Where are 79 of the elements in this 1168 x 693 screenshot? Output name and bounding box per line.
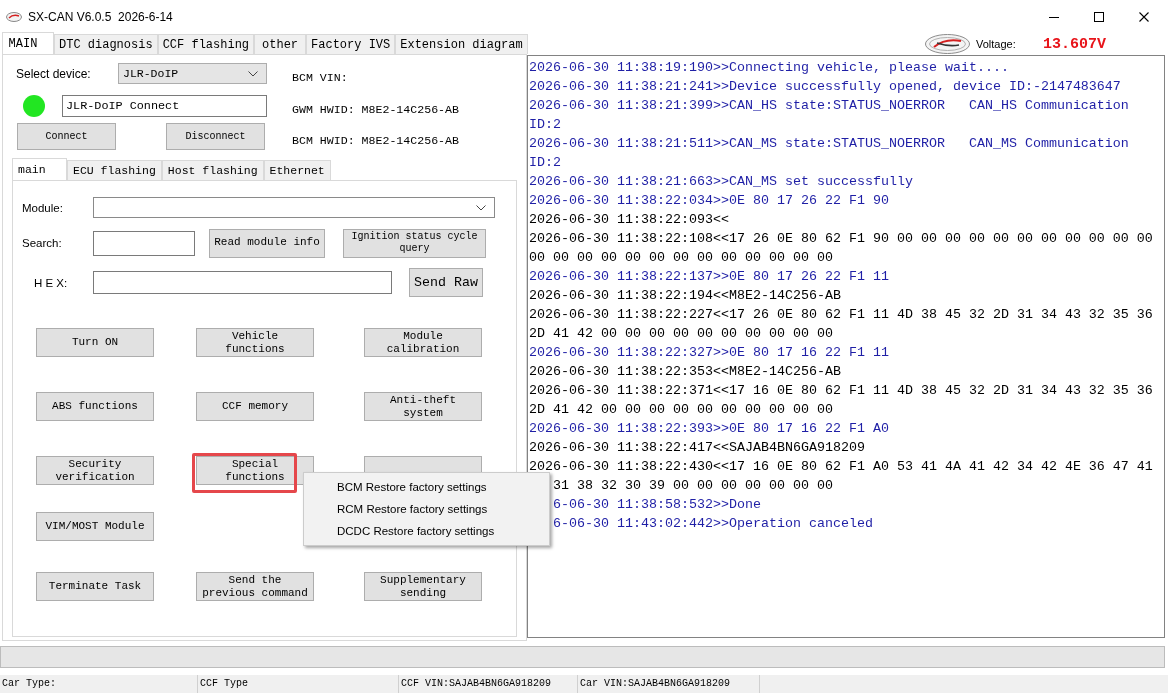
log-line: 2026-06-30 11:38:22:108<<17 26 0E 80 62 F1 90 00 00 00 00 00 00 00 00 00 00 00 — [529, 230, 1153, 248]
status-text: Car Type: — [2, 678, 56, 689]
tab[interactable]: MAIN — [2, 32, 54, 54]
ignition-query-button[interactable]: Ignition status cycle query — [343, 228, 486, 258]
log-line: 2026-06-30 11:38:22:093<< — [529, 211, 729, 229]
tab[interactable]: Factory IVS — [306, 34, 396, 54]
chevron-down-icon — [476, 204, 486, 211]
tab[interactable]: Host flashing — [161, 160, 264, 180]
voltage-label: Voltage: — [976, 38, 1017, 50]
module-label: Module: — [22, 201, 64, 214]
connection-field[interactable]: JLR-DoIP Connect — [62, 95, 267, 117]
logo-icon — [6, 12, 22, 22]
info-text: GWM HWID: M8E2-14C256-AB — [292, 102, 459, 117]
log-line: 2026-06-30 11:38:22:194<<M8E2-14C256-AB — [529, 287, 841, 305]
function-button[interactable]: Special functions — [196, 456, 314, 485]
log-line: 2D 41 42 00 00 00 00 00 00 00 00 00 00 — [529, 325, 833, 343]
function-button[interactable]: Turn ON — [36, 328, 154, 357]
function-button[interactable]: VIM/MOST Module — [36, 512, 154, 541]
minimize-icon[interactable] — [1048, 16, 1059, 18]
voltage-value: 13.607V — [1043, 35, 1106, 53]
function-button[interactable]: Anti-theft system — [364, 392, 482, 421]
hex-field[interactable] — [93, 271, 392, 294]
hex-label: H E X: — [33, 276, 69, 289]
status-text: CCF VIN:SAJAB4BN6GA918209 — [401, 678, 552, 689]
log-line: 2026-06-30 11:38:19:190>>Connecting vehicle, please wait.... — [529, 59, 1009, 77]
info-text: BCM HWID: M8E2-14C256-AB — [292, 134, 459, 148]
log-line: 6-06-30 11:43:02:442>>Operation canceled — [553, 515, 873, 533]
function-button[interactable]: Supplementary sending — [364, 572, 482, 601]
log-line: 2026-06-30 11:38:21:663>>CAN_MS set successfully — [529, 173, 913, 191]
function-button[interactable]: Security verification — [36, 456, 154, 485]
window-title: SX-CAN V6.0.5 2026-6-14 — [28, 10, 173, 24]
search-field[interactable] — [93, 230, 195, 256]
status-text: CCF Type — [200, 678, 248, 689]
log-line: 2026-06-30 11:38:22:393>>0E 80 17 16 22 F1 A0 — [529, 420, 889, 438]
log-line: 31 38 32 30 39 00 00 00 00 00 00 00 — [553, 477, 833, 495]
tab[interactable]: other — [254, 34, 307, 54]
info-text: BCM VIN: — [292, 71, 348, 85]
tab[interactable]: ECU flashing — [67, 160, 162, 180]
function-button[interactable]: Send the previous command — [196, 572, 314, 601]
function-button[interactable]: Terminate Task — [36, 572, 154, 601]
device-dropdown[interactable]: JLR-DoIP — [118, 63, 267, 84]
tab[interactable]: DTC diagnosis — [54, 34, 158, 54]
menu-item[interactable]: RCM Restore factory settings — [304, 498, 549, 520]
function-button[interactable]: CCF memory — [196, 392, 314, 421]
status-text: Car VIN:SAJAB4BN6GA918209 — [580, 678, 731, 689]
close-icon[interactable] — [1138, 12, 1149, 22]
log-line: 6-06-30 11:38:58:532>>Done — [553, 496, 761, 514]
log-line: 2026-06-30 11:38:21:511>>CAN_MS state:STATUS_NOERROR CAN_MS Communication — [529, 135, 1129, 153]
log-line: 2026-06-30 11:38:22:227<<17 26 0E 80 62 F1 11 4D 38 45 32 2D 31 34 43 32 35 36 — [529, 306, 1153, 324]
chevron-down-icon — [248, 70, 258, 77]
log-line: 2026-06-30 11:38:22:034>>0E 80 17 26 22 F1 90 — [529, 192, 889, 210]
read-module-info-button[interactable]: Read module info — [209, 228, 325, 258]
tab[interactable]: Ethernet — [263, 160, 331, 180]
log-line: 2026-06-30 11:38:22:430<<17 16 0E 80 62 F1 A0 53 41 4A 41 42 34 42 4E 36 47 41 — [529, 458, 1153, 476]
log-line: 2026-06-30 11:38:21:399>>CAN_HS state:STATUS_NOERROR CAN_HS Communication — [529, 97, 1129, 115]
function-button[interactable]: Vehicle functions — [196, 328, 314, 357]
disconnect-button[interactable]: Disconnect — [166, 123, 265, 150]
maximize-icon[interactable] — [1093, 12, 1104, 22]
log-line: 2026-06-30 11:38:22:137>>0E 80 17 26 22 F1 11 — [529, 268, 889, 286]
function-button[interactable]: Module calibration — [364, 328, 482, 357]
log-line: ID:2 — [529, 154, 561, 172]
menu-item[interactable]: DCDC Restore factory settings — [304, 520, 549, 542]
select-device-label: Select device: — [16, 66, 92, 81]
log-line: 2026-06-30 11:38:21:241>>Device successfully opened, device ID:-2147483647 — [529, 78, 1121, 96]
log-line: 00 00 00 00 00 00 00 00 00 00 00 00 00 — [529, 249, 833, 267]
send-raw-button[interactable]: Send Raw — [409, 268, 483, 297]
log-line: 2026-06-30 11:38:22:371<<17 16 0E 80 62 F1 11 4D 38 45 32 2D 31 34 43 32 35 36 — [529, 382, 1153, 400]
log-line: 2026-06-30 11:38:22:417<<SAJAB4BN6GA918209 — [529, 439, 865, 457]
log-line: ID:2 — [529, 116, 561, 134]
search-label: Search: — [22, 237, 63, 249]
log-line: 2D 41 42 00 00 00 00 00 00 00 00 00 00 — [529, 401, 833, 419]
tab[interactable]: Extension diagram — [395, 34, 528, 54]
connect-button[interactable]: Connect — [17, 123, 116, 150]
log-line: 2026-06-30 11:38:22:353<<M8E2-14C256-AB — [529, 363, 841, 381]
function-button[interactable]: ABS functions — [36, 392, 154, 421]
module-dropdown[interactable] — [93, 197, 495, 218]
tab[interactable]: main — [12, 158, 67, 180]
tab[interactable]: CCF flashing — [157, 34, 255, 54]
log-line: 2026-06-30 11:38:22:327>>0E 80 17 16 22 F1 11 — [529, 344, 889, 362]
